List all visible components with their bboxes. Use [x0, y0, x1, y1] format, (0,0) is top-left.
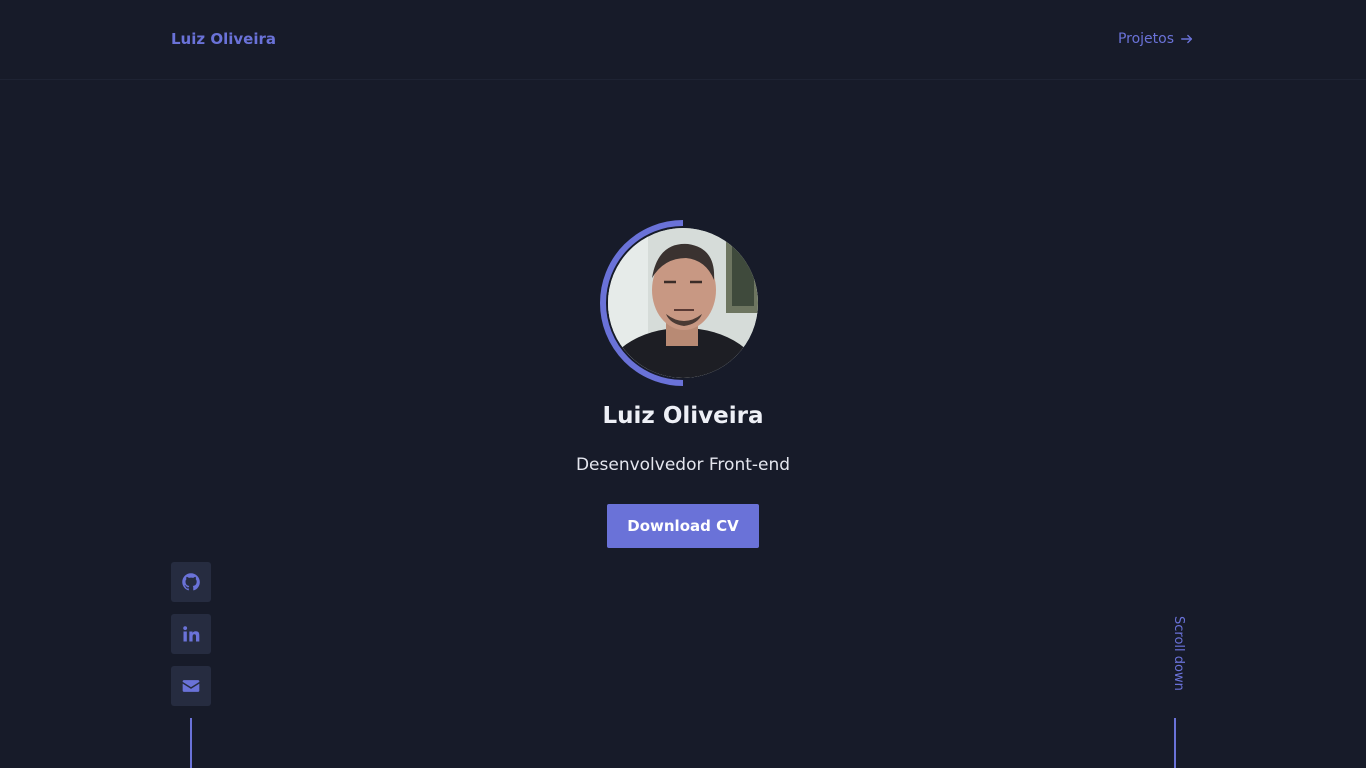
scroll-divider-line	[1174, 718, 1176, 768]
email-link[interactable]	[171, 666, 211, 706]
avatar	[608, 228, 758, 378]
arrow-right-icon	[1181, 34, 1193, 44]
profile-role: Desenvolvedor Front-end	[575, 455, 791, 475]
portfolio-page: Luiz Oliveira Projetos Luiz Oliveira Des…	[0, 0, 1366, 768]
projects-link[interactable]: Projetos	[1118, 31, 1194, 47]
logo-link[interactable]: Luiz Oliveira	[171, 30, 276, 48]
linkedin-icon	[183, 626, 200, 642]
github-link[interactable]	[171, 562, 211, 602]
header: Luiz Oliveira Projetos	[0, 0, 1366, 80]
mail-icon	[182, 680, 200, 692]
scroll-down-link[interactable]: Scroll down	[1166, 616, 1186, 706]
avatar-container	[600, 220, 766, 386]
download-cv-button[interactable]: Download CV	[607, 504, 759, 548]
profile-photo	[608, 228, 758, 378]
projects-link-label: Projetos	[1117, 31, 1174, 47]
github-icon	[182, 573, 200, 591]
profile-name: Luiz Oliveira	[602, 403, 764, 429]
linkedin-link[interactable]	[171, 614, 211, 654]
social-divider-line	[190, 718, 192, 768]
social-links	[171, 562, 211, 718]
